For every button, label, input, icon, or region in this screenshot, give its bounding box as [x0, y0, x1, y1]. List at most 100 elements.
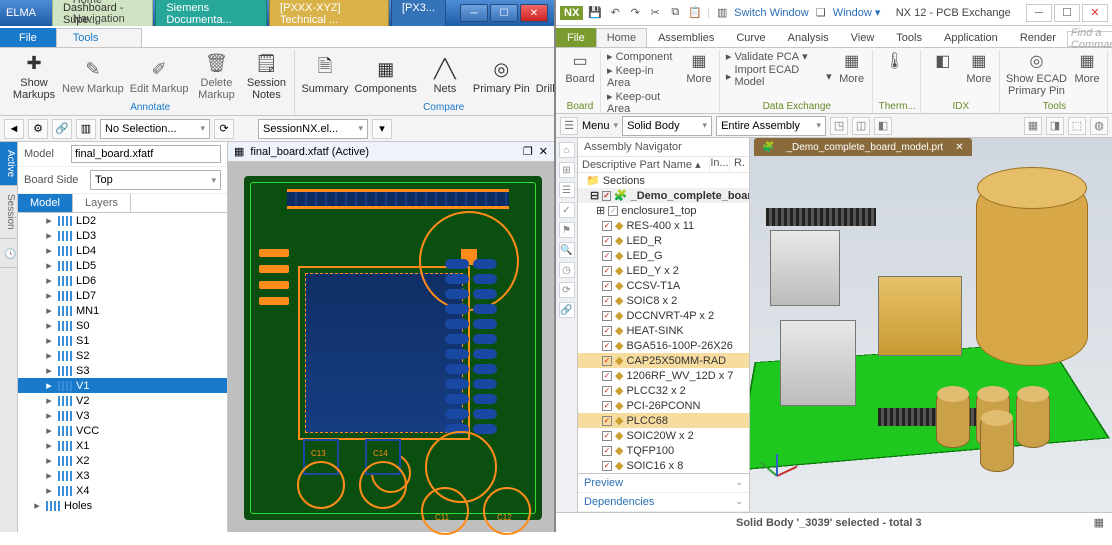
viewer-restore-icon[interactable]: ❐ — [523, 145, 533, 158]
nx-tab-assemblies[interactable]: Assemblies — [647, 28, 725, 47]
edit-attr-component[interactable]: ▸ Component — [607, 50, 679, 63]
nx-tab-tools[interactable]: Tools — [885, 28, 933, 47]
link-icon[interactable]: 🔗 — [52, 119, 72, 139]
edit-markup[interactable]: ✐Edit Markup — [130, 57, 189, 95]
filter-icon[interactable]: ▥ — [76, 119, 96, 139]
tree-node[interactable]: ▸S0 — [18, 318, 227, 333]
undo-icon[interactable]: ↶ — [607, 5, 623, 21]
paste-icon[interactable]: 📋 — [687, 5, 703, 21]
side-tab-session[interactable]: Session — [0, 186, 17, 239]
tree-node[interactable]: ▸LD4 — [18, 243, 227, 258]
tools-more[interactable]: ▦More — [1071, 50, 1103, 85]
nx-maximize-button[interactable]: ☐ — [1054, 4, 1080, 22]
primary-pin[interactable]: ◎Primary Pin — [473, 57, 530, 95]
rb-3[interactable]: ☰ — [559, 182, 575, 198]
sel-opt-3[interactable]: ◧ — [874, 117, 892, 135]
validate-pca[interactable]: ▸ Validate PCA ▾ — [726, 50, 832, 63]
rb-5[interactable]: ⚑ — [559, 222, 575, 238]
browser-tab[interactable]: Siemens Documenta... — [155, 0, 267, 28]
ribbon-tab-tools[interactable]: Tools — [56, 28, 142, 47]
tree-node[interactable]: ▸LD5 — [18, 258, 227, 273]
tree-node[interactable]: ▸S1 — [18, 333, 227, 348]
idx-button[interactable]: ◧ — [927, 50, 959, 72]
asm-node[interactable]: ✓◆RES-400 x 11 — [578, 218, 749, 233]
asm-node[interactable]: ✓◆LED_Y x 2 — [578, 263, 749, 278]
tree-node[interactable]: ▸X2 — [18, 453, 227, 468]
delete-markup[interactable]: 🗑Delete Markup — [194, 51, 238, 101]
nets[interactable]: ╱╲Nets — [423, 57, 467, 95]
asm-node[interactable]: ✓◆SOIC16 x 8 — [578, 458, 749, 473]
nx-tab-analysis[interactable]: Analysis — [777, 28, 840, 47]
nx-minimize-button[interactable]: ─ — [1026, 4, 1052, 22]
gear-icon[interactable]: ⚙ — [28, 119, 48, 139]
cut-icon[interactable]: ✂ — [647, 5, 663, 21]
window-list-icon[interactable]: ❏ — [813, 5, 829, 21]
side-tab-clock[interactable]: 🕓 — [0, 239, 17, 268]
asm-node[interactable]: ✓◆LED_R — [578, 233, 749, 248]
status-grid-icon[interactable]: ▦ — [1094, 516, 1104, 529]
model-tree[interactable]: ▸LD2▸LD3▸LD4▸LD5▸LD6▸LD7▸MN1▸S0▸S1▸S2▸S3… — [18, 213, 227, 532]
dropdown-toggle-icon[interactable]: ▾ — [372, 119, 392, 139]
asm-col-r[interactable]: R. — [729, 157, 749, 172]
board-side-select[interactable]: Top▾ — [90, 170, 221, 190]
asm-node[interactable]: ✓◆LED_G — [578, 248, 749, 263]
tree-node[interactable]: ▸V2 — [18, 393, 227, 408]
save-icon[interactable]: 💾 — [587, 5, 603, 21]
show-ecad-pin[interactable]: ◎Show ECAD Primary Pin — [1006, 50, 1067, 97]
window-icon[interactable]: ▥ — [714, 5, 730, 21]
tree-node[interactable]: ▸LD7 — [18, 288, 227, 303]
pcb-canvas[interactable]: C13C14C11C12 — [228, 162, 554, 532]
view-opt-2[interactable]: ◨ — [1046, 117, 1064, 135]
copy-icon[interactable]: ⧉ — [667, 5, 683, 21]
nx-tab-render[interactable]: Render — [1009, 28, 1067, 47]
show-markups[interactable]: ✚Show Markups — [12, 51, 56, 101]
asm-node[interactable]: ✓◆HEAT-SINK — [578, 323, 749, 338]
redo-icon[interactable]: ↷ — [627, 5, 643, 21]
tree-node[interactable]: ▸V3 — [18, 408, 227, 423]
nx-close-button[interactable]: ✕ — [1082, 4, 1108, 22]
browser-tab[interactable]: [PX3... — [391, 0, 446, 28]
menu-label[interactable]: Menu — [582, 120, 610, 132]
tree-node[interactable]: ▸X4 — [18, 483, 227, 498]
asm-node[interactable]: ✓◆SOIC8 x 2 — [578, 293, 749, 308]
rb-7[interactable]: ◷ — [559, 262, 575, 278]
asm-top-node[interactable]: ⊟✓🧩 _Demo_complete_boar... — [578, 188, 749, 203]
tree-node[interactable]: ▸X1 — [18, 438, 227, 453]
asm-node[interactable]: ✓◆SOIC20W x 2 — [578, 428, 749, 443]
board-button[interactable]: ▭Board — [564, 50, 596, 85]
history-back-icon[interactable]: ◄ — [4, 119, 24, 139]
selection-dropdown[interactable]: No Selection...▾ — [100, 119, 210, 139]
filter-type[interactable]: Solid Body▾ — [622, 116, 712, 136]
switch-window[interactable]: Switch Window — [734, 7, 809, 19]
asm-node[interactable]: ✓◆TQFP100 — [578, 443, 749, 458]
nx-tab-view[interactable]: View — [840, 28, 886, 47]
window-menu[interactable]: Window ▾ — [833, 6, 881, 19]
minimize-button[interactable]: ─ — [460, 4, 488, 22]
side-tab-active[interactable]: Active — [0, 142, 17, 186]
panel-tab-model[interactable]: Model — [18, 194, 73, 212]
asm-dependencies[interactable]: Dependencies⌄ — [578, 493, 749, 512]
thermal-button[interactable]: 🌡 — [879, 50, 911, 72]
idx-more[interactable]: ▦More — [963, 50, 995, 85]
tree-node[interactable]: ▸VCC — [18, 423, 227, 438]
asm-node[interactable]: ✓◆DCCNVRT-4P x 2 — [578, 308, 749, 323]
tree-node[interactable]: ▸X3 — [18, 468, 227, 483]
session-notes[interactable]: 🗒Session Notes — [244, 51, 288, 101]
tree-node[interactable]: ▸S2 — [18, 348, 227, 363]
maximize-button[interactable]: ☐ — [490, 4, 518, 22]
asm-col-in[interactable]: In... — [709, 157, 729, 172]
asm-node[interactable]: ✓◆1206RF_WV_12D x 7 — [578, 368, 749, 383]
refresh-icon[interactable]: ⟳ — [214, 119, 234, 139]
asm-sections[interactable]: 📁 Sections — [578, 173, 749, 188]
asm-preview[interactable]: Preview⌄ — [578, 474, 749, 493]
filter-scope[interactable]: Entire Assembly▾ — [716, 116, 826, 136]
sel-opt-2[interactable]: ◫ — [852, 117, 870, 135]
3d-tab[interactable]: 🧩 _Demo_complete_board_model.prt ✕ — [754, 138, 972, 156]
more-data-button[interactable]: ▦More — [836, 50, 868, 85]
view-opt-4[interactable]: ◍ — [1090, 117, 1108, 135]
nx-tab-curve[interactable]: Curve — [725, 28, 776, 47]
asm-col-name[interactable]: Descriptive Part Name ▴ — [578, 157, 709, 172]
asm-node[interactable]: ✓◆PLCC32 x 2 — [578, 383, 749, 398]
tree-node[interactable]: ▸LD2 — [18, 213, 227, 228]
rb-2[interactable]: ⊞ — [559, 162, 575, 178]
